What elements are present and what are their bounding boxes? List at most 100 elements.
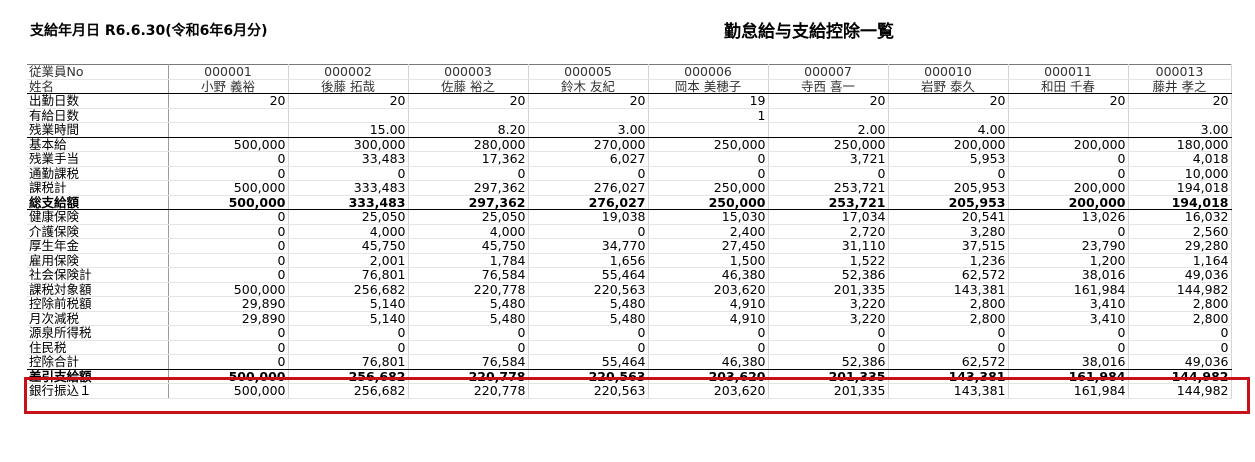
table-row: 厚生年金 0 45,750 45,750 34,770 27,450 31,110 37,51… bbox=[27, 238, 1232, 254]
table-cell: 34,770 bbox=[528, 238, 649, 254]
table-cell: 46,380 bbox=[648, 354, 769, 370]
table-cell: 333,483 bbox=[288, 195, 409, 210]
table-cell: 0 bbox=[648, 151, 769, 167]
table-cell: 143,381 bbox=[888, 369, 1009, 384]
table-cell: 0 bbox=[528, 325, 649, 341]
table-cell: 3,220 bbox=[768, 311, 889, 326]
table-cell: 49,036 bbox=[1128, 267, 1232, 283]
table-cell: 20 bbox=[768, 93, 889, 109]
table-cell: 297,362 bbox=[408, 195, 529, 210]
table-cell: 194,018 bbox=[1128, 180, 1232, 196]
table-row: 課税対象額 500,000 256,682 220,778 220,563 203,620… bbox=[27, 282, 1232, 297]
table-cell: 4,910 bbox=[648, 296, 769, 312]
table-cell: 0 bbox=[1008, 325, 1129, 341]
table-cell: 0 bbox=[888, 166, 1009, 181]
table-cell: 253,721 bbox=[768, 180, 889, 196]
table-cell: 1,236 bbox=[888, 253, 1009, 268]
table-cell bbox=[1008, 108, 1129, 123]
table-cell: 76,584 bbox=[408, 267, 529, 283]
table-cell: 27,450 bbox=[648, 238, 769, 254]
table-cell: 144,982 bbox=[1128, 282, 1232, 297]
table-cell: 5,480 bbox=[408, 296, 529, 312]
table-cell: 1,164 bbox=[1128, 253, 1232, 268]
table-cell: 2,800 bbox=[1128, 296, 1232, 312]
table-cell: 後藤 拓哉 bbox=[288, 79, 409, 94]
table-cell: 2,800 bbox=[888, 296, 1009, 312]
table-cell: 250,000 bbox=[648, 180, 769, 196]
table-cell: 5,953 bbox=[888, 151, 1009, 167]
table-cell: 5,480 bbox=[408, 311, 529, 326]
table-cell: 0 bbox=[528, 224, 649, 239]
table-cell bbox=[888, 108, 1009, 123]
report-title: 勤怠給与支給控除一覧 bbox=[724, 22, 894, 42]
table-row: 差引支給額 500,000 256,682 220,778 220,563 203,620… bbox=[27, 369, 1232, 384]
table-cell: 20 bbox=[888, 93, 1009, 109]
table-cell: 38,016 bbox=[1008, 354, 1129, 370]
table-cell: 19,038 bbox=[528, 209, 649, 225]
table-cell: 250,000 bbox=[648, 137, 769, 152]
table-cell bbox=[168, 122, 289, 138]
table-cell: 276,027 bbox=[528, 180, 649, 196]
table-cell: 5,140 bbox=[288, 311, 409, 326]
table-cell: 鈴木 友紀 bbox=[528, 79, 649, 94]
table-cell: 37,515 bbox=[888, 238, 1009, 254]
table-cell: 0 bbox=[1008, 224, 1129, 239]
table-cell: 0 bbox=[1128, 340, 1232, 355]
table-cell: 200,000 bbox=[888, 137, 1009, 152]
row-label: 課税対象額 bbox=[27, 282, 169, 297]
table-cell bbox=[528, 108, 649, 123]
table-cell bbox=[648, 122, 769, 138]
table-cell: 4,018 bbox=[1128, 151, 1232, 167]
table-row: 月次減税 29,890 5,140 5,480 5,480 4,910 3,220 2,800… bbox=[27, 311, 1232, 326]
table-row: 社会保険計 0 76,801 76,584 55,464 46,380 52,386 62,5… bbox=[27, 267, 1232, 283]
table-cell: 0 bbox=[288, 340, 409, 355]
table-cell: 55,464 bbox=[528, 354, 649, 370]
table-cell: 0 bbox=[408, 325, 529, 341]
table-cell: 8.20 bbox=[408, 122, 529, 138]
table-cell: 0 bbox=[768, 166, 889, 181]
table-cell: 4,000 bbox=[288, 224, 409, 239]
table-cell: 29,890 bbox=[168, 296, 289, 312]
table-cell: 2,720 bbox=[768, 224, 889, 239]
table-cell: 藤井 孝之 bbox=[1128, 79, 1232, 94]
table-cell: 3,220 bbox=[768, 296, 889, 312]
table-cell: 1,656 bbox=[528, 253, 649, 268]
table-cell: 1,522 bbox=[768, 253, 889, 268]
row-label: 総支給額 bbox=[27, 195, 169, 210]
table-row: 残業手当 0 33,483 17,362 6,027 0 3,721 5,953 0 4,018 bbox=[27, 151, 1232, 167]
table-cell: 0 bbox=[648, 166, 769, 181]
table-row: 源泉所得税 0 0 0 0 0 0 0 0 0 bbox=[27, 325, 1232, 341]
table-cell: 0 bbox=[168, 166, 289, 181]
table-cell: 0 bbox=[288, 325, 409, 341]
table-row: 出勤日数 20 20 20 20 19 20 20 20 20 bbox=[27, 93, 1232, 109]
row-label: 源泉所得税 bbox=[27, 325, 169, 341]
table-cell: 000005 bbox=[528, 64, 649, 80]
table-cell: 5,480 bbox=[528, 296, 649, 312]
table-cell: 000002 bbox=[288, 64, 409, 80]
table-cell: 256,682 bbox=[288, 369, 409, 384]
table-cell: 500,000 bbox=[168, 195, 289, 210]
table-cell: 205,953 bbox=[888, 180, 1009, 196]
table-cell: 29,890 bbox=[168, 311, 289, 326]
table-row: 控除前税額 29,890 5,140 5,480 5,480 4,910 3,220 2,80… bbox=[27, 296, 1232, 312]
table-cell: 0 bbox=[528, 340, 649, 355]
table-cell: 3.00 bbox=[1128, 122, 1232, 138]
row-label: 月次減税 bbox=[27, 311, 169, 326]
table-cell bbox=[1008, 122, 1129, 138]
table-cell: 62,572 bbox=[888, 267, 1009, 283]
table-cell: 2,800 bbox=[1128, 311, 1232, 326]
table-cell: 0 bbox=[168, 238, 289, 254]
table-cell: 201,335 bbox=[768, 383, 889, 399]
table-cell: 280,000 bbox=[408, 137, 529, 152]
table-cell bbox=[1128, 108, 1232, 123]
table-cell: 194,018 bbox=[1128, 195, 1232, 210]
table-cell: 20 bbox=[408, 93, 529, 109]
table-cell: 205,953 bbox=[888, 195, 1009, 210]
row-label: 差引支給額 bbox=[27, 369, 169, 384]
table-cell: 0 bbox=[768, 325, 889, 341]
table-cell: 25,050 bbox=[408, 209, 529, 225]
table-cell: 2.00 bbox=[768, 122, 889, 138]
table-row: 通勤課税 0 0 0 0 0 0 0 0 10,000 bbox=[27, 166, 1232, 181]
table-cell: 500,000 bbox=[168, 180, 289, 196]
table-cell: 500,000 bbox=[168, 369, 289, 384]
